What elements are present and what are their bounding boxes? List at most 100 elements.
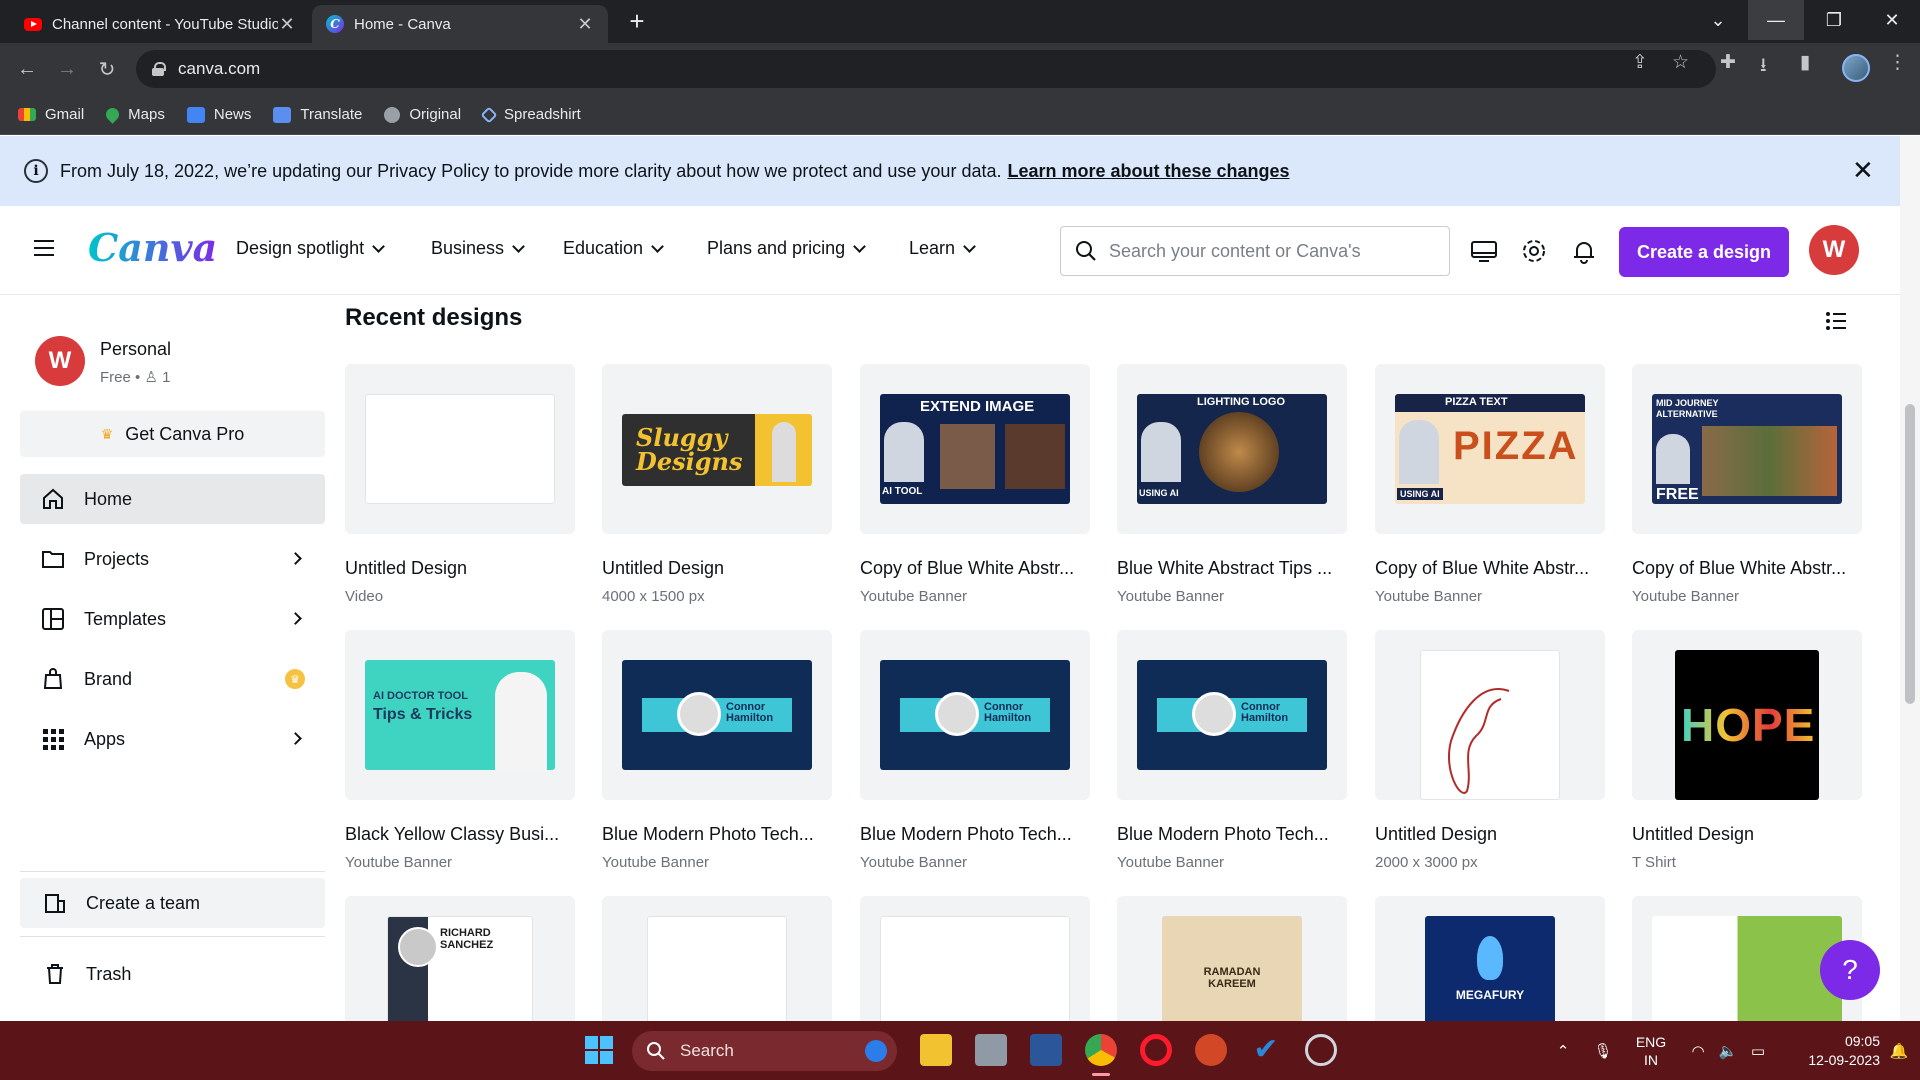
list-view-icon[interactable] [1825, 310, 1847, 332]
design-card[interactable]: MID JOURNEY ALTERNATIVE FREE Copy of Blu… [1632, 364, 1862, 605]
design-card[interactable]: Connor Hamilton Blue Modern Photo Tech..… [1117, 630, 1347, 871]
search-input[interactable] [1109, 240, 1429, 262]
notification-icon[interactable]: 🔔 [1886, 1021, 1912, 1080]
design-card[interactable]: Untitled Design Video [345, 364, 575, 605]
design-thumbnail[interactable]: RAMADAN KAREEM [1117, 896, 1347, 1021]
windows-start-icon[interactable] [584, 1035, 614, 1065]
app-chrome-badge-icon[interactable] [1305, 1034, 1337, 1066]
team-avatar[interactable]: W [35, 336, 85, 386]
design-thumbnail[interactable]: EXTEND IMAGE AI TOOL [860, 364, 1090, 534]
design-thumbnail[interactable]: LIGHTING LOGO USING AI [1117, 364, 1347, 534]
download-icon[interactable]: ⭳ [1760, 51, 1767, 83]
design-thumbnail[interactable]: PIZZA TEXT PIZZA USING AI [1375, 364, 1605, 534]
file-explorer-icon[interactable] [920, 1034, 952, 1066]
design-thumbnail[interactable] [602, 896, 832, 1021]
bookmark-news[interactable]: News [186, 106, 251, 123]
tab-search-chevron-icon[interactable]: ⌄ [1690, 0, 1746, 40]
chevron-up-icon[interactable]: ⌃ [1548, 1021, 1578, 1080]
sidebar-item-templates[interactable]: Templates [20, 594, 325, 644]
sidebar-item-home[interactable]: Home [20, 474, 325, 524]
design-card[interactable] [602, 896, 832, 1021]
sidebar-item-brand[interactable]: Brand ♛ [20, 654, 325, 704]
design-thumbnail[interactable]: Sluggy Designs [602, 364, 832, 534]
chrome-icon[interactable] [1085, 1034, 1117, 1066]
create-design-button[interactable]: Create a design [1619, 227, 1789, 277]
bookmark-original[interactable]: Original [384, 106, 461, 123]
canva-logo[interactable]: Canva [88, 225, 217, 270]
notification-bell-icon[interactable] [1570, 237, 1598, 265]
close-window-button[interactable]: ✕ [1864, 0, 1920, 40]
nav-education[interactable]: Education [563, 238, 664, 259]
design-card[interactable]: Connor Hamilton Blue Modern Photo Tech..… [602, 630, 832, 871]
design-card[interactable]: EXTEND IMAGE AI TOOL Copy of Blue White … [860, 364, 1090, 605]
design-card[interactable]: RICHARD SANCHEZ [345, 896, 575, 1021]
sidebar-item-trash[interactable]: Trash [20, 949, 325, 999]
design-card[interactable]: HOPE Untitled Design T Shirt [1632, 630, 1862, 871]
design-card[interactable] [860, 896, 1090, 1021]
design-thumbnail[interactable]: AI DOCTOR TOOL Tips & Tricks [345, 630, 575, 800]
clock[interactable]: 09:05 12-09-2023 [1780, 1021, 1880, 1080]
minimize-button[interactable]: — [1748, 0, 1804, 40]
sidebar-item-projects[interactable]: Projects [20, 534, 325, 584]
bookmark-translate[interactable]: Translate [273, 106, 362, 123]
design-thumbnail[interactable]: MEGAFURY [1375, 896, 1605, 1021]
calculator-icon[interactable] [975, 1034, 1007, 1066]
language-indicator[interactable]: ENG IN [1626, 1021, 1676, 1080]
design-card[interactable]: Untitled Design 2000 x 3000 px [1375, 630, 1605, 871]
design-thumbnail[interactable]: Connor Hamilton [1117, 630, 1347, 800]
design-card[interactable]: RAMADAN KAREEM [1117, 896, 1347, 1021]
user-avatar[interactable]: W [1809, 225, 1859, 275]
bookmark-spreadshirt[interactable]: Spreadshirt [480, 106, 581, 123]
volume-icon[interactable]: 🔈 [1714, 1021, 1742, 1080]
nav-design-spotlight[interactable]: Design spotlight [236, 238, 385, 259]
search-box[interactable] [1060, 226, 1450, 276]
design-card[interactable]: Sluggy Designs Untitled Design 4000 x 15… [602, 364, 832, 605]
close-icon[interactable]: ✕ [1852, 157, 1874, 183]
side-panel-icon[interactable]: ▮ [1800, 51, 1810, 74]
address-bar[interactable]: canva.com [136, 50, 1716, 88]
nav-learn[interactable]: Learn [909, 238, 976, 259]
design-thumbnail[interactable]: HOPE [1632, 630, 1862, 800]
design-card[interactable]: AI DOCTOR TOOL Tips & Tricks Black Yello… [345, 630, 575, 871]
back-arrow-icon[interactable]: ← [12, 55, 42, 83]
design-thumbnail[interactable]: Connor Hamilton [602, 630, 832, 800]
design-card[interactable]: PIZZA TEXT PIZZA USING AI Copy of Blue W… [1375, 364, 1605, 605]
design-thumbnail[interactable]: RICHARD SANCHEZ [345, 896, 575, 1021]
opera-icon[interactable] [1140, 1034, 1172, 1066]
new-tab-button[interactable]: + [622, 6, 652, 36]
nav-business[interactable]: Business [431, 238, 525, 259]
bookmark-gmail[interactable]: Gmail [18, 106, 84, 123]
design-thumbnail[interactable]: MID JOURNEY ALTERNATIVE FREE [1632, 364, 1862, 534]
share-icon[interactable]: ⇪ [1632, 51, 1648, 74]
bookmark-maps[interactable]: Maps [103, 105, 165, 124]
get-canva-pro-button[interactable]: ♛ Get Canva Pro [20, 411, 325, 457]
bookmark-star-icon[interactable]: ☆ [1672, 51, 1689, 74]
forward-arrow-icon[interactable]: → [52, 55, 82, 83]
close-tab-icon[interactable]: ✕ [278, 14, 296, 35]
microphone-icon[interactable]: 🎙 [1588, 1021, 1618, 1080]
tab-canva-home[interactable]: C Home - Canva ✕ [312, 5, 608, 43]
design-card[interactable]: LIGHTING LOGO USING AI Blue White Abstra… [1117, 364, 1347, 605]
extensions-puzzle-icon[interactable]: ✚ [1720, 51, 1736, 74]
design-card[interactable]: Connor Hamilton Blue Modern Photo Tech..… [860, 630, 1090, 871]
create-team-button[interactable]: Create a team [20, 878, 325, 928]
design-card[interactable]: MEGAFURY [1375, 896, 1605, 1021]
settings-gear-icon[interactable] [1520, 237, 1548, 265]
powerpoint-icon[interactable] [1195, 1034, 1227, 1066]
team-name[interactable]: Personal [100, 339, 171, 360]
wifi-icon[interactable]: ◠ [1684, 1021, 1712, 1080]
restore-button[interactable]: ❐ [1806, 0, 1862, 40]
scrollbar-thumb[interactable] [1905, 404, 1915, 704]
tab-youtube-studio[interactable]: Channel content - YouTube Studio ✕ [10, 5, 310, 43]
design-thumbnail[interactable] [1375, 630, 1605, 800]
word-icon[interactable] [1030, 1034, 1062, 1066]
hamburger-menu-icon[interactable] [34, 240, 54, 256]
design-thumbnail[interactable] [860, 896, 1090, 1021]
help-button[interactable]: ? [1820, 940, 1880, 1000]
nav-plans-and-pricing[interactable]: Plans and pricing [707, 238, 866, 259]
menu-kebab-icon[interactable]: ⋮ [1888, 51, 1907, 74]
page-scrollbar[interactable] [1900, 136, 1920, 1021]
design-thumbnail[interactable] [345, 364, 575, 534]
design-thumbnail[interactable]: Connor Hamilton [860, 630, 1090, 800]
profile-avatar[interactable] [1842, 54, 1870, 82]
